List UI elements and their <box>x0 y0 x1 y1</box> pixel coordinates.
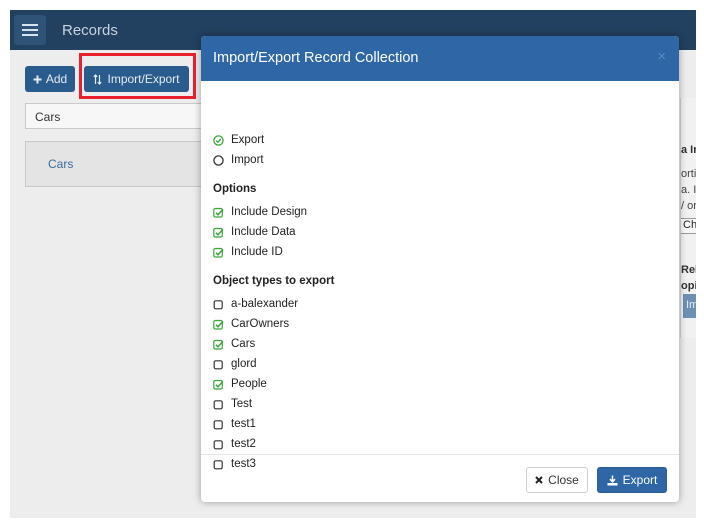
close-icon[interactable]: × <box>657 48 666 65</box>
import-export-modal: Import/Export Record Collection × Export… <box>201 36 679 502</box>
checkbox-object-type[interactable]: a-balexander <box>213 296 298 312</box>
options-heading: Options <box>213 183 257 195</box>
list-item[interactable]: Cars <box>48 157 73 171</box>
checkbox-checked-icon <box>213 207 224 218</box>
checkbox-label: Include ID <box>231 246 283 258</box>
checkbox-object-type[interactable]: test1 <box>213 416 256 432</box>
checkbox-label: Test <box>231 398 253 410</box>
right-panel-partial: a In orti a. In / or Cho Rel opin Im <box>680 98 696 338</box>
checkbox-object-type[interactable]: Cars <box>213 336 255 352</box>
radio-import[interactable]: Import <box>213 152 264 168</box>
modal-header: Import/Export Record Collection × <box>201 36 679 81</box>
checkbox-checked-icon <box>213 339 224 350</box>
highlight-box <box>79 53 196 99</box>
x-icon <box>535 476 543 484</box>
checkbox-unchecked-icon <box>213 439 223 449</box>
checkbox-label: a-balexander <box>231 298 299 310</box>
radio-checked-icon <box>213 134 224 146</box>
checkbox-checked-icon <box>213 379 224 390</box>
export-button-label: Export <box>622 473 658 487</box>
panel-fragment: a. In <box>681 184 696 196</box>
checkbox-include-data[interactable]: Include Data <box>213 224 296 240</box>
object-types-heading: Object types to export <box>213 275 335 287</box>
hamburger-icon[interactable] <box>14 15 46 45</box>
download-icon <box>607 475 618 485</box>
collection-filter-input[interactable]: Cars <box>25 103 205 129</box>
panel-fragment: Rel <box>681 264 696 276</box>
add-button-label: Add <box>45 72 68 86</box>
app-title: Records <box>62 22 118 39</box>
panel-fragment: / or <box>681 200 696 212</box>
checkbox-object-type[interactable]: Test <box>213 396 252 412</box>
checkbox-label: CarOwners <box>231 318 290 330</box>
modal-footer: Close Export <box>201 454 679 502</box>
close-button-label: Close <box>548 473 579 487</box>
checkbox-include-id[interactable]: Include ID <box>213 244 283 260</box>
checkbox-checked-icon <box>213 319 224 330</box>
checkbox-label: People <box>231 378 267 390</box>
modal-title: Import/Export Record Collection <box>213 50 419 66</box>
choose-file-button[interactable]: Cho <box>681 218 696 234</box>
radio-export[interactable]: Export <box>213 132 264 148</box>
radio-unchecked-icon <box>213 154 224 166</box>
radio-label: Export <box>231 134 265 146</box>
checkbox-unchecked-icon <box>213 419 223 429</box>
checkbox-label: Cars <box>231 338 256 350</box>
import-button-partial[interactable]: Im <box>683 294 696 318</box>
checkbox-object-type[interactable]: CarOwners <box>213 316 289 332</box>
checkbox-unchecked-icon <box>213 399 223 409</box>
checkbox-label: Include Data <box>231 226 296 238</box>
checkbox-checked-icon <box>213 247 224 258</box>
radio-label: Import <box>231 154 264 166</box>
checkbox-label: Include Design <box>231 206 308 218</box>
collection-list: Cars <box>25 141 205 187</box>
checkbox-checked-icon <box>213 227 224 238</box>
checkbox-object-type[interactable]: People <box>213 376 267 392</box>
close-button[interactable]: Close <box>526 467 588 493</box>
plus-icon <box>33 75 42 83</box>
panel-fragment: opin <box>681 280 696 292</box>
panel-fragment: orti <box>681 168 696 180</box>
checkbox-unchecked-icon <box>213 299 223 309</box>
checkbox-include-design[interactable]: Include Design <box>213 204 307 220</box>
panel-fragment: a In <box>681 144 696 156</box>
checkbox-object-type[interactable]: glord <box>213 356 257 372</box>
add-button[interactable]: Add <box>25 66 75 92</box>
checkbox-unchecked-icon <box>213 359 223 369</box>
checkbox-object-type[interactable]: test2 <box>213 436 256 452</box>
checkbox-label: test2 <box>231 438 256 450</box>
checkbox-label: glord <box>231 358 257 370</box>
export-button[interactable]: Export <box>597 467 667 493</box>
checkbox-label: test1 <box>231 418 256 430</box>
